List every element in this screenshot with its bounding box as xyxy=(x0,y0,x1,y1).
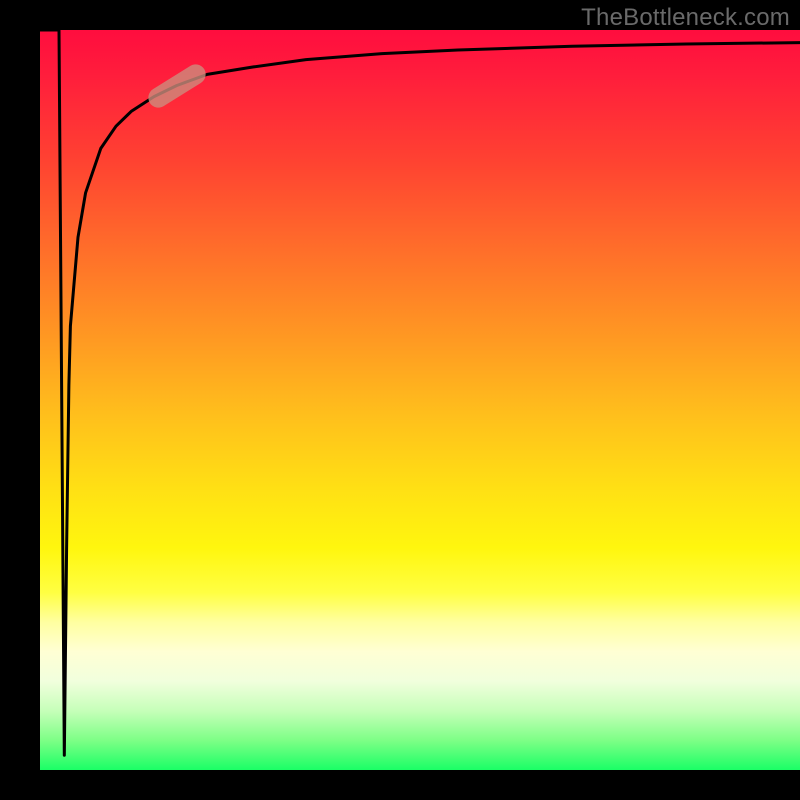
chart-container: TheBottleneck.com xyxy=(0,0,800,800)
bottleneck-curve xyxy=(40,30,800,755)
plot-area xyxy=(40,30,800,770)
curve-svg xyxy=(40,30,800,770)
watermark-text: TheBottleneck.com xyxy=(581,4,790,32)
